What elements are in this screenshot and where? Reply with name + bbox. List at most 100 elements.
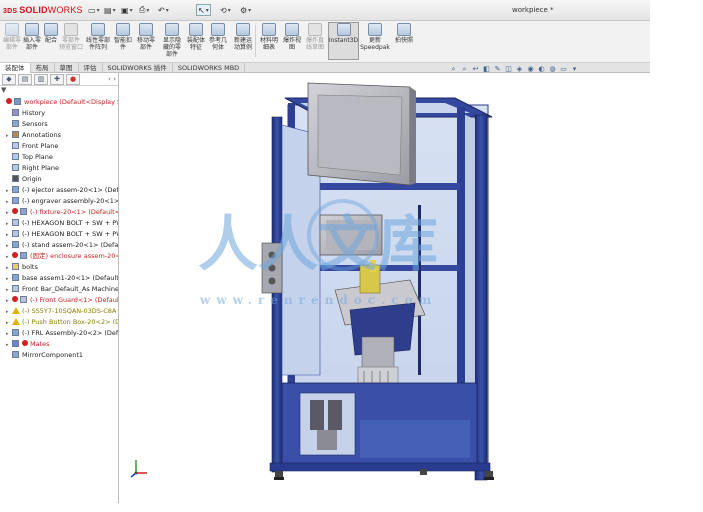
tree-node-label: Annotations	[22, 131, 62, 139]
tree-node[interactable]: ▸ (-) Push Button Box-20<2> (D	[0, 317, 118, 328]
move-component-button[interactable]: 移动零 部件	[134, 23, 158, 51]
tab-evaluate[interactable]: 评估	[79, 63, 103, 73]
assembly-features-button[interactable]: 装配体 特征	[184, 23, 208, 51]
show-hidden-icon	[165, 23, 179, 36]
configuration-manager-tab-icon[interactable]: ▥	[34, 73, 48, 85]
new-document-icon[interactable]: ▭ ▾	[88, 4, 100, 16]
push-button-box	[261, 242, 283, 294]
tab-layout[interactable]: 布局	[31, 63, 55, 73]
tree-node-label: Right Plane	[22, 164, 60, 172]
filter-icon[interactable]: ▼	[0, 86, 118, 97]
subassembly-icon	[12, 329, 19, 336]
smart-fasteners-button[interactable]: 智能扣 件	[111, 23, 135, 51]
tree-node[interactable]: Front Plane	[0, 141, 118, 152]
tree-node[interactable]: ▸(固定) enclosure assem-20<1>	[0, 251, 118, 262]
bom-icon	[262, 23, 276, 36]
base-cabinet	[269, 382, 494, 480]
section-view-icon[interactable]: ◧	[483, 66, 490, 73]
insert-components-icon	[25, 23, 39, 36]
zoom-to-area-icon[interactable]: ⌕	[461, 66, 468, 73]
subassembly-icon	[12, 197, 19, 204]
tree-node[interactable]: ▸ (-) HEXAGON BOLT + SW + PW [	[0, 218, 118, 229]
exploded-view-button[interactable]: 爆炸视 图	[280, 23, 304, 51]
view-settings-icon[interactable]: ▭	[560, 66, 567, 73]
tree-root-assembly[interactable]: workpiece (Default<Display State	[0, 97, 118, 108]
tab-solidworks-addins[interactable]: SOLIDWORKS 插件	[103, 63, 173, 73]
save-icon[interactable]: ▣ ▾	[121, 4, 133, 16]
tree-node[interactable]: ▸(-) fixture-20<1> (Default<Dis	[0, 207, 118, 218]
control-box	[319, 214, 383, 256]
linear-pattern-button[interactable]: 线性零部 件阵列	[86, 23, 110, 51]
tree-node[interactable]: ▸(-) stand assem-20<1> (Default<	[0, 240, 118, 251]
previous-view-icon[interactable]: ↩	[472, 66, 479, 73]
tree-node[interactable]: History	[0, 108, 118, 119]
subassembly-icon	[20, 252, 27, 259]
watermark-url: www.renrendoc.com	[200, 293, 438, 307]
graphics-area[interactable]	[120, 75, 650, 503]
display-icon[interactable]: ▾	[571, 66, 578, 73]
take-snapshot-button[interactable]: 拍快照	[392, 23, 416, 44]
tree-node[interactable]: ▸(-) ejector assem-20<1> (Default<	[0, 185, 118, 196]
select-icon[interactable]: ↖ ▾	[196, 4, 211, 16]
tree-node[interactable]: ▸(-) engraver assembly-20<1> (De	[0, 196, 118, 207]
warning-icon	[12, 318, 20, 325]
tree-node-label: (-) Push Button Box-20<2> (D	[22, 318, 118, 326]
print-icon[interactable]: ⎙ ▾	[139, 4, 149, 16]
apply-scene-icon[interactable]: ◍	[549, 66, 556, 73]
panel-scroll-arrows[interactable]: ‹ ›	[108, 75, 116, 83]
tree-node[interactable]: Sensors	[0, 119, 118, 130]
update-speedpak-button[interactable]: 更新 Speedpak	[360, 23, 390, 51]
zoom-to-fit-icon[interactable]: ⌕	[450, 66, 457, 73]
reference-geometry-icon	[211, 23, 225, 36]
speedpak-icon	[368, 23, 382, 36]
tree-node[interactable]: ▸(-) FRL Assembly-20<2> (Default<	[0, 328, 118, 339]
instant3d-button[interactable]: Instant3D	[328, 22, 359, 60]
display-manager-tab-icon[interactable]: ●	[66, 73, 80, 85]
feature-manager-tab-icon[interactable]: ◆	[2, 73, 16, 85]
sensor-icon	[12, 120, 19, 127]
edit-appearance-icon[interactable]: ◐	[538, 66, 545, 73]
rebuild-icon[interactable]: ⟲ ▾	[220, 4, 231, 16]
tree-node-label: (-) ejector assem-20<1> (Default<	[22, 186, 118, 194]
subassembly-icon	[12, 241, 19, 248]
component-preview-button[interactable]: 零部件 预览窗口	[59, 23, 83, 51]
tree-node[interactable]: ▸ (-) SS5Y7-10SQAN-03DS-C8A	[0, 306, 118, 317]
top-enclosure-box	[307, 82, 416, 186]
tree-node[interactable]: MirrorComponent1	[0, 350, 118, 361]
open-icon[interactable]: ▤ ▾	[104, 4, 116, 16]
view-orientation-icon[interactable]: ◫	[505, 66, 512, 73]
tree-node-label: Origin	[22, 175, 42, 183]
error-indicator-icon	[12, 252, 18, 258]
hide-show-items-icon[interactable]: ◉	[527, 66, 534, 73]
tree-node[interactable]: ▸base assem1-20<1> (Default<Dis	[0, 273, 118, 284]
tab-sketch[interactable]: 草图	[55, 63, 79, 73]
display-style-icon[interactable]: ◈	[516, 66, 523, 73]
manager-tabs: ◆ ▤ ▥ ✚ ● ‹ ›	[0, 73, 118, 86]
reference-geometry-button[interactable]: 参考几 何体	[206, 23, 230, 51]
tree-node[interactable]: Origin	[0, 174, 118, 185]
tab-assembly[interactable]: 装配体	[0, 63, 31, 73]
options-gear-icon[interactable]: ⚙ ▾	[240, 4, 251, 16]
tree-node[interactable]: ▸ (-) HEXAGON BOLT + SW + PW [	[0, 229, 118, 240]
dynamic-annotation-icon[interactable]: ✎	[494, 66, 501, 73]
solidworks-logo[interactable]: 3DS SOLIDWORKS	[3, 5, 83, 15]
tree-node-label: History	[22, 109, 46, 117]
bill-of-materials-button[interactable]: 材料明 细表	[257, 23, 281, 51]
property-manager-tab-icon[interactable]: ▤	[18, 73, 32, 85]
dimxpert-tab-icon[interactable]: ✚	[50, 73, 64, 85]
show-hidden-components-button[interactable]: 显示隐 藏的零 部件	[160, 23, 184, 58]
tree-node[interactable]: Top Plane	[0, 152, 118, 163]
tree-node[interactable]: ▸ (-) Front Guard<1> (Default<	[0, 295, 118, 306]
new-motion-study-button[interactable]: 新建运 动算例	[231, 23, 255, 51]
undo-icon[interactable]: ↶ ▾	[158, 4, 169, 16]
tree-node-label: workpiece (Default<Display State	[24, 98, 118, 106]
tree-node-label: Front Plane	[22, 142, 59, 150]
tree-node[interactable]: ▸ bolts	[0, 262, 118, 273]
tab-solidworks-mbd[interactable]: SOLIDWORKS MBD	[173, 63, 246, 73]
tree-node[interactable]: Right Plane	[0, 163, 118, 174]
explode-line-sketch-button[interactable]: 爆炸直 线草图	[303, 23, 327, 51]
tree-node[interactable]: ▸ Mates	[0, 339, 118, 350]
model-view	[261, 82, 494, 481]
tree-node[interactable]: ▸ Annotations	[0, 130, 118, 141]
tree-node[interactable]: ▸Front Bar_Default_As Machined_-2	[0, 284, 118, 295]
